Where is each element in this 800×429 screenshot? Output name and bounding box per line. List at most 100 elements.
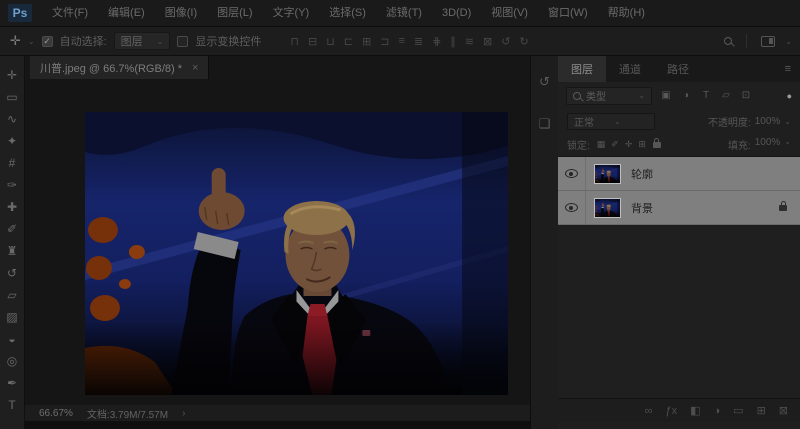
filter-type-dropdown[interactable]: 类型 ⌄ — [566, 86, 652, 105]
filter-smart-objects-icon[interactable]: ⊡ — [738, 90, 754, 101]
layer-row-background[interactable]: 背景 — [558, 191, 800, 225]
filter-shape-layers-icon[interactable]: ▱ — [718, 90, 734, 101]
tool-glyph: ✦ — [6, 134, 18, 148]
workspace-switcher-icon[interactable] — [761, 35, 776, 47]
brush-tool[interactable]: ✐ — [0, 218, 24, 240]
history-brush-tool[interactable]: ↺ — [0, 262, 24, 284]
tab-close-icon[interactable]: × — [192, 62, 198, 74]
menu-item[interactable]: 窗口(W) — [538, 0, 598, 27]
search-icon[interactable] — [724, 37, 733, 45]
lock-image-pixels-icon[interactable]: ✐ — [611, 139, 619, 150]
lock-icons: ▦ ✐ ✛ ⊞ — [597, 139, 646, 150]
eraser-tool[interactable]: ▱ — [0, 284, 24, 306]
healing-brush-tool[interactable]: ✚ — [0, 196, 24, 218]
menu-item[interactable]: 滤镜(T) — [376, 0, 432, 27]
new-adjustment-layer-icon[interactable]: ◑ — [714, 405, 721, 417]
options-bar-right: ⌄ — [724, 34, 792, 48]
tool-glyph: T — [8, 398, 16, 412]
menu-item[interactable]: 图层(L) — [207, 0, 262, 27]
tool-glyph: ↺ — [6, 266, 18, 280]
visibility-toggle[interactable] — [558, 157, 586, 190]
show-transform-checkbox[interactable] — [177, 35, 189, 47]
tool-glyph: ✑ — [6, 178, 18, 192]
distribute-bottom-edges-icon[interactable]: ⋕ — [432, 35, 441, 48]
menu-item[interactable]: 帮助(H) — [598, 0, 655, 27]
rotate-view-ccw-icon[interactable]: ↺ — [501, 35, 510, 48]
layer-row-outline[interactable]: 轮廓 — [558, 157, 800, 191]
lock-position-icon[interactable]: ✛ — [625, 139, 633, 150]
lock-artboard-icon[interactable]: ⊞ — [638, 139, 646, 150]
properties-panel-icon[interactable]: ❏ — [539, 116, 551, 132]
lock-row: 锁定: ▦ ✐ ✛ ⊞ 填充: 100% ⌄ — [558, 133, 800, 156]
align-left-edges-icon[interactable]: ⊏ — [344, 35, 353, 48]
tab-paths[interactable]: 路径 — [654, 56, 702, 82]
zoom-level[interactable]: 66.67% — [39, 408, 73, 419]
filter-type-layers-icon[interactable]: T — [698, 90, 714, 101]
new-group-icon[interactable]: ▭ — [733, 404, 743, 417]
rotate-view-cw-icon[interactable]: ↻ — [519, 35, 528, 48]
move-tool[interactable]: ✛ — [0, 64, 24, 86]
tab-layers[interactable]: 图层 — [558, 56, 606, 82]
lasso-tool[interactable]: ∿ — [0, 108, 24, 130]
distribute-left-edges-icon[interactable]: ∥ — [450, 35, 456, 48]
document-tab[interactable]: 川普.jpeg @ 66.7%(RGB/8) * × — [30, 56, 210, 79]
menu-item[interactable]: 图像(I) — [155, 0, 207, 27]
distribute-horizontal-centers-icon[interactable]: ≋ — [465, 35, 474, 48]
lock-all-icon[interactable] — [652, 137, 661, 148]
status-arrow-icon[interactable]: › — [182, 408, 185, 419]
marquee-tool[interactable]: ▭ — [0, 86, 24, 108]
dodge-tool[interactable]: ◎ — [0, 350, 24, 372]
tool-glyph: ✚ — [6, 200, 18, 214]
auto-select-checkbox[interactable]: ✓ — [41, 35, 53, 47]
layer-name[interactable]: 背景 — [631, 200, 653, 216]
eye-icon — [565, 169, 578, 178]
tool-preset-chevron-icon[interactable]: ⌄ — [28, 37, 35, 46]
filter-adjustment-layers-icon[interactable]: ◑ — [678, 90, 694, 101]
clone-stamp-tool[interactable]: ♜ — [0, 240, 24, 262]
add-layer-mask-icon[interactable]: ◧ — [690, 404, 700, 417]
canvas[interactable] — [25, 79, 530, 405]
pen-tool[interactable]: ✒ — [0, 372, 24, 394]
align-right-edges-icon[interactable]: ⊐ — [380, 35, 389, 48]
chevron-down-icon[interactable]: ⌄ — [785, 37, 792, 46]
menu-item[interactable]: 选择(S) — [319, 0, 376, 27]
align-top-edges-icon[interactable]: ⊓ — [290, 35, 299, 48]
align-bottom-edges-icon[interactable]: ⊔ — [326, 35, 335, 48]
crop-tool[interactable]: # — [0, 152, 24, 174]
lock-transparent-pixels-icon[interactable]: ▦ — [597, 139, 606, 150]
lock-label: 锁定: — [567, 141, 590, 152]
menu-list: 文件(F) 编辑(E) 图像(I) 图层(L) 文字(Y) 选择(S) 滤镜(T) 3D(D)… — [42, 0, 655, 26]
gradient-tool[interactable]: ▨ — [0, 306, 24, 328]
new-layer-icon[interactable]: ⊞ — [757, 404, 766, 417]
history-panel-icon[interactable]: ↺ — [539, 74, 550, 90]
distribute-top-edges-icon[interactable]: ≡ — [398, 35, 404, 47]
layer-style-icon[interactable]: ƒx — [665, 405, 677, 417]
align-vertical-centers-icon[interactable]: ⊟ — [308, 35, 317, 48]
layer-filter-toggle[interactable]: ● — [787, 91, 792, 101]
menu-item[interactable]: 文件(F) — [42, 0, 98, 27]
align-horizontal-centers-icon[interactable]: ⊞ — [362, 35, 371, 48]
layer-name[interactable]: 轮廓 — [631, 166, 653, 182]
filter-pixel-layers-icon[interactable]: ▣ — [658, 90, 674, 101]
blend-mode-dropdown[interactable]: 正常 ⌄ — [567, 112, 655, 130]
current-tool-icon: ✛ — [10, 33, 21, 48]
link-layers-icon[interactable]: ∞ — [645, 405, 653, 417]
distribute-right-edges-icon[interactable]: ⊠ — [483, 35, 492, 48]
auto-select-target-dropdown[interactable]: 图层 ⌄ — [113, 32, 171, 50]
blur-tool[interactable]: ◒ — [0, 328, 24, 350]
menu-item[interactable]: 编辑(E) — [98, 0, 155, 27]
menu-item[interactable]: 视图(V) — [481, 0, 538, 27]
quick-selection-tool[interactable]: ✦ — [0, 130, 24, 152]
type-tool[interactable]: T — [0, 394, 24, 416]
tab-channels[interactable]: 通道 — [606, 56, 654, 82]
eyedropper-tool[interactable]: ✑ — [0, 174, 24, 196]
distribute-vertical-centers-icon[interactable]: ≣ — [414, 35, 423, 48]
opacity-value[interactable]: 100% — [755, 116, 781, 127]
panel-menu-icon[interactable]: ≡ — [785, 63, 791, 75]
eye-icon — [565, 203, 578, 212]
menu-item[interactable]: 3D(D) — [432, 0, 481, 27]
menu-item[interactable]: 文字(Y) — [263, 0, 320, 27]
visibility-toggle[interactable] — [558, 191, 586, 224]
delete-layer-icon[interactable]: ⊠ — [779, 404, 788, 417]
fill-value[interactable]: 100% — [755, 137, 781, 152]
